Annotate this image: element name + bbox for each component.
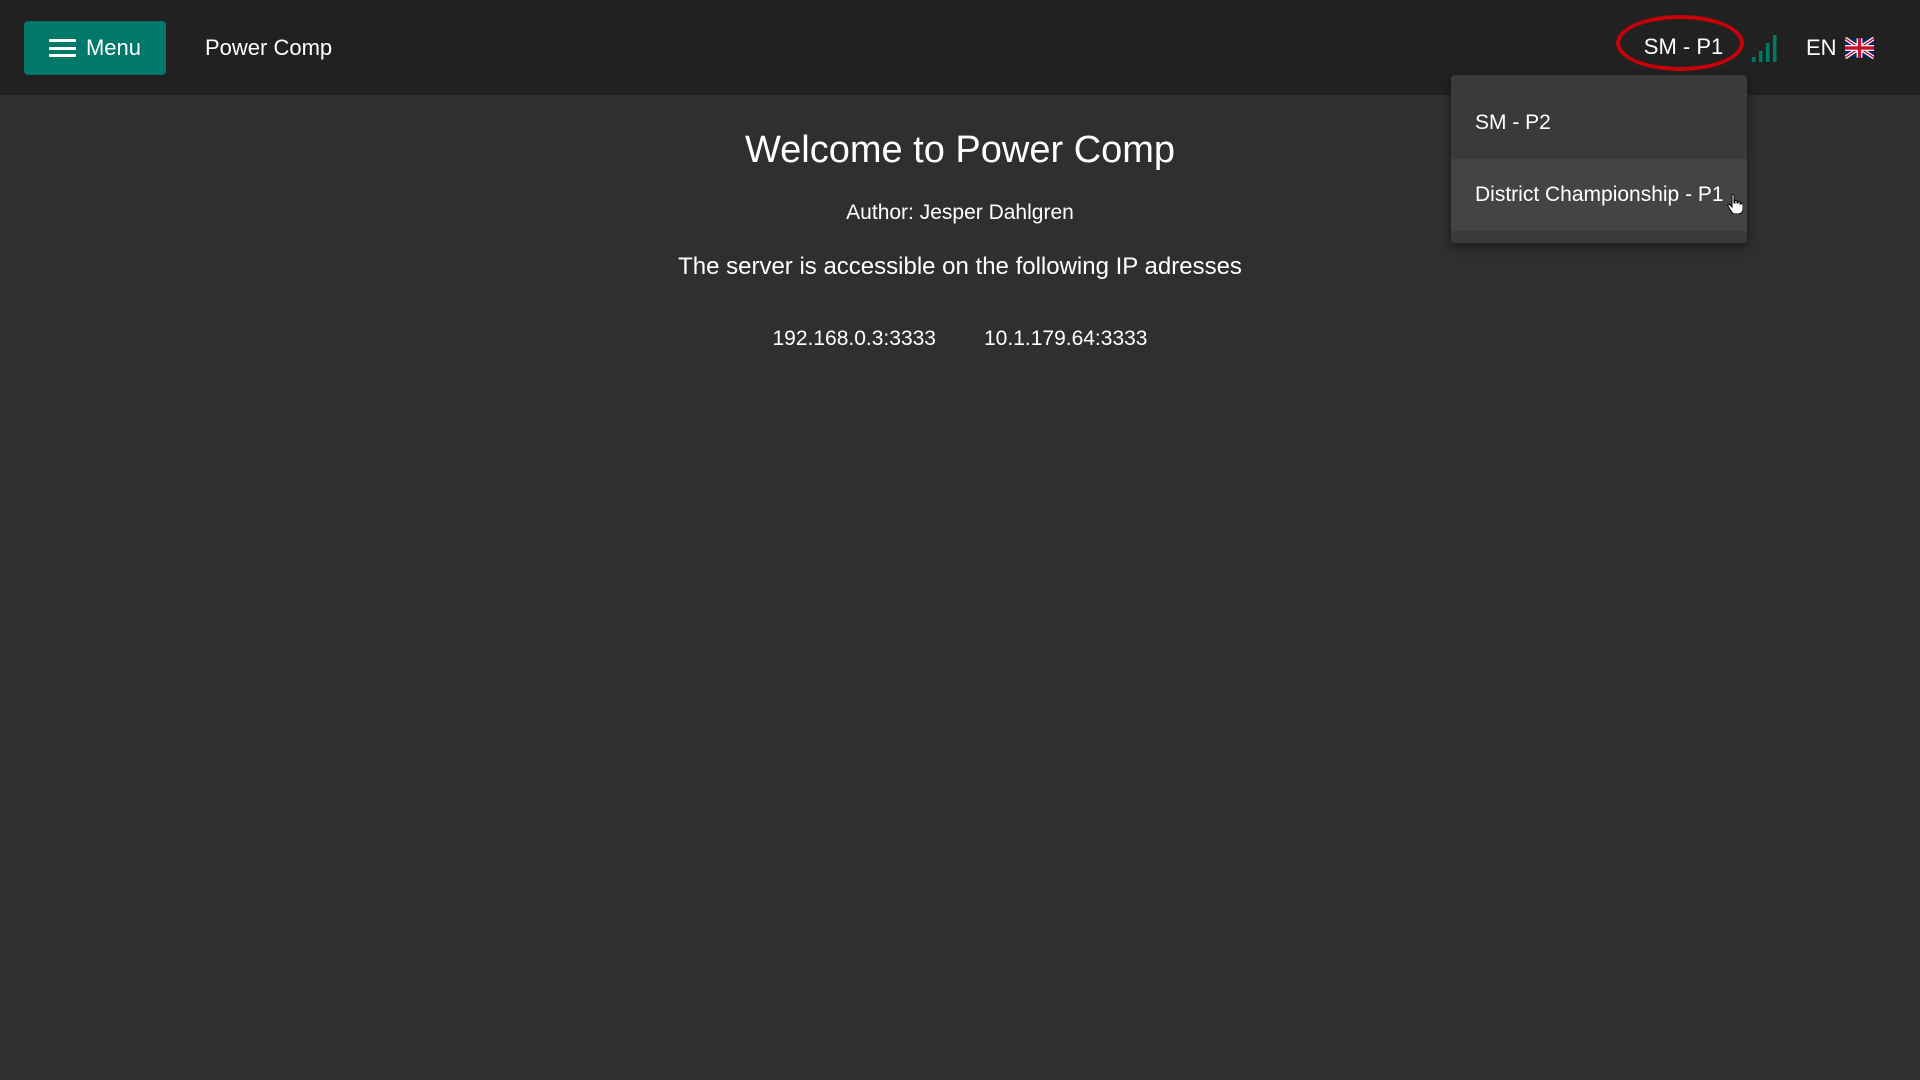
language-label: EN (1806, 35, 1837, 60)
author-text: Author: Jesper Dahlgren (846, 201, 1074, 224)
selected-platform-label: SM - P1 (1643, 34, 1724, 59)
app-title: Power Comp (205, 35, 333, 60)
welcome-title: Welcome to Power Comp (744, 129, 1176, 171)
ip-address: 10.1.179.64:3333 (984, 327, 1148, 350)
menu-button[interactable]: Menu (24, 21, 166, 75)
language-selector[interactable]: EN (1806, 35, 1874, 61)
platform-selector[interactable]: SM - P1 (1616, 15, 1747, 77)
uk-flag-icon (1844, 37, 1874, 59)
ip-address-list: 192.168.0.3:3333 10.1.179.64:3333 (0, 327, 1920, 351)
ip-address: 192.168.0.3:3333 (772, 327, 937, 350)
menu-button-label: Menu (85, 35, 142, 60)
server-info-text: The server is accessible on the followin… (678, 253, 1242, 280)
signal-strength-icon (1752, 35, 1777, 62)
hamburger-icon (48, 39, 76, 57)
